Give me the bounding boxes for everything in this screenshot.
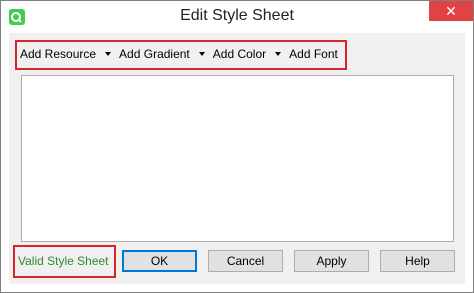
close-button[interactable]: ✕: [429, 1, 473, 21]
title-bar: Edit Style Sheet ✕: [1, 1, 473, 33]
window-title: Edit Style Sheet: [180, 7, 294, 24]
status-highlight-box: [13, 245, 116, 278]
dialog-body: Add Resource Add Gradient Add Color Add …: [9, 33, 465, 284]
ok-button[interactable]: OK: [122, 250, 197, 272]
stylesheet-editor[interactable]: [21, 75, 454, 242]
cancel-button[interactable]: Cancel: [208, 250, 283, 272]
help-button[interactable]: Help: [380, 250, 455, 272]
edit-style-sheet-dialog: Edit Style Sheet ✕ Add Resource Add Grad…: [0, 0, 474, 293]
toolbar-highlight-box: [15, 40, 347, 70]
close-icon: ✕: [445, 3, 457, 19]
apply-button[interactable]: Apply: [294, 250, 369, 272]
